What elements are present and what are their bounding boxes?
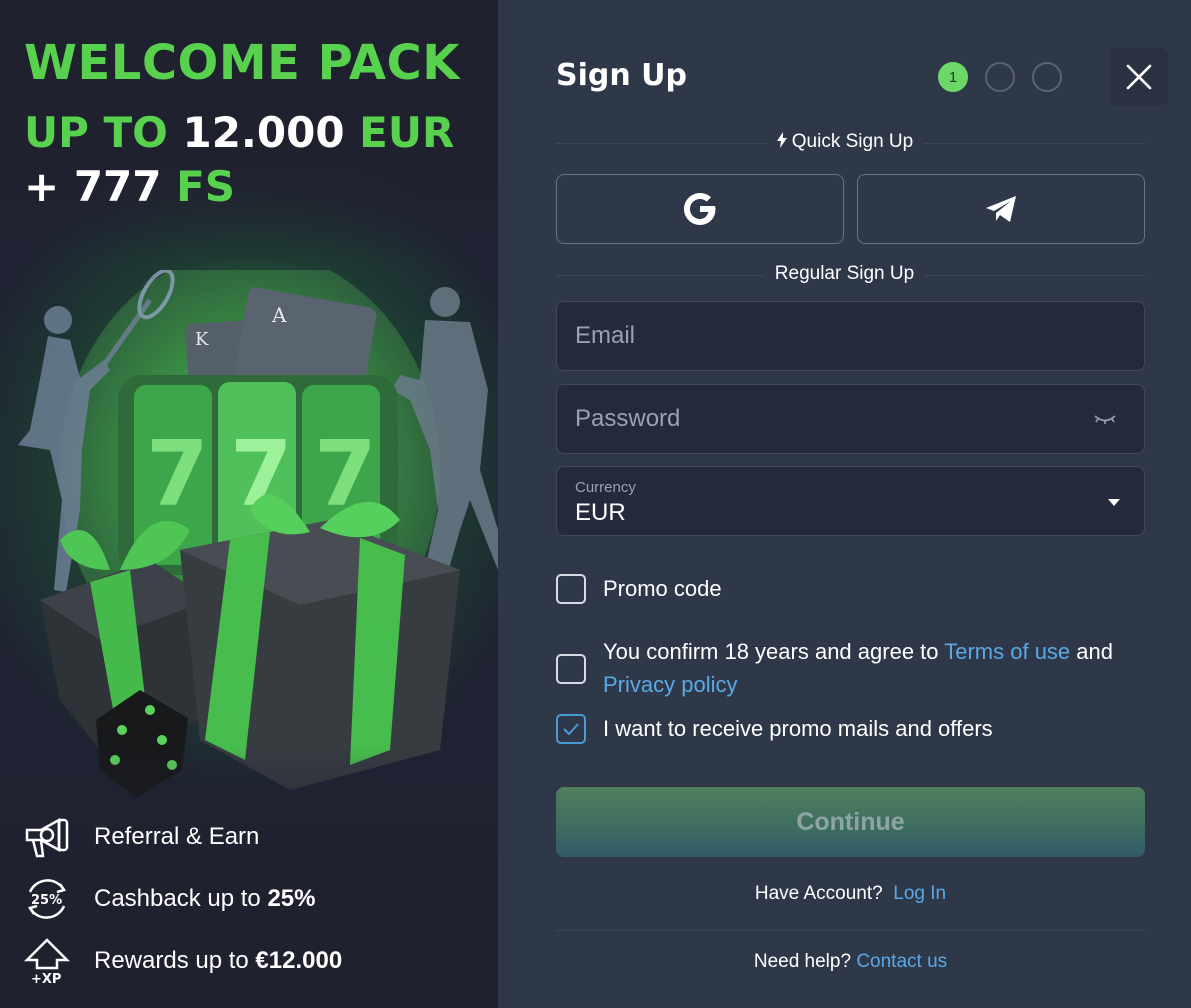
svg-text:+XP: +XP bbox=[31, 972, 61, 986]
caret-down-icon bbox=[1108, 499, 1120, 506]
email-field[interactable]: Email bbox=[556, 301, 1145, 371]
promo-mails-checkbox[interactable] bbox=[556, 714, 586, 744]
perk-referral: Referral & Earn bbox=[22, 806, 342, 868]
currency-value: EUR bbox=[575, 499, 626, 526]
password-field[interactable]: Password bbox=[556, 384, 1145, 454]
terms-checkbox[interactable] bbox=[556, 654, 586, 684]
svg-text:7: 7 bbox=[146, 422, 209, 527]
svg-text:A: A bbox=[271, 303, 287, 327]
checkmark-icon bbox=[563, 723, 579, 735]
help-row: Need help? Contact us bbox=[753, 951, 948, 972]
telegram-signup-button[interactable] bbox=[857, 174, 1145, 244]
welcome-pack-title: WELCOME PACK bbox=[24, 35, 460, 91]
promo-code-checkbox[interactable] bbox=[556, 574, 586, 604]
footer-divider bbox=[556, 930, 1145, 931]
step-2-indicator bbox=[985, 62, 1015, 92]
megaphone-dollar-icon bbox=[22, 812, 72, 862]
perk-referral-text: Referral & Earn bbox=[94, 823, 260, 850]
have-account-row: Have Account? Log In bbox=[754, 883, 947, 904]
signup-form-panel: Sign Up 1 Quick Sign Up Regular Sign Up … bbox=[498, 0, 1191, 1008]
google-icon bbox=[684, 193, 716, 225]
perk-rewards-text: Rewards up to €12.000 bbox=[94, 947, 343, 974]
currency-label: Currency bbox=[575, 479, 636, 496]
promo-panel: K A 7 7 7 WELCOME PACK UP TO 12.000 EUR … bbox=[0, 0, 498, 1008]
svg-text:25%: 25% bbox=[31, 893, 62, 908]
email-placeholder: Email bbox=[575, 322, 636, 349]
svg-text:K: K bbox=[195, 329, 209, 350]
eye-closed-icon[interactable] bbox=[1094, 413, 1116, 425]
promo-mails-label: I want to receive promo mails and offers bbox=[603, 716, 993, 741]
cashback-25-icon: 25% bbox=[22, 874, 72, 924]
close-button[interactable] bbox=[1110, 48, 1168, 106]
google-signup-button[interactable] bbox=[556, 174, 844, 244]
step-3-indicator bbox=[1032, 62, 1062, 92]
terms-text: You confirm 18 years and agree to Terms … bbox=[603, 639, 1113, 697]
quick-signup-label: Quick Sign Up bbox=[498, 131, 1191, 153]
password-placeholder: Password bbox=[575, 405, 681, 432]
regular-signup-label: Regular Sign Up bbox=[498, 263, 1191, 285]
perks-list: Referral & Earn 25% Cashback up to 25% +… bbox=[22, 806, 342, 992]
continue-button[interactable]: Continue bbox=[556, 787, 1145, 857]
login-link[interactable]: Log In bbox=[893, 883, 946, 904]
terms-of-use-link[interactable]: Terms of use bbox=[944, 639, 1070, 664]
signup-title: Sign Up bbox=[556, 58, 688, 93]
xp-arrow-icon: +XP bbox=[22, 936, 72, 986]
lightning-icon bbox=[776, 132, 787, 148]
step-indicator: 1 bbox=[938, 62, 1062, 92]
promo-headline: WELCOME PACK UP TO 12.000 EUR + 777 FS bbox=[24, 34, 460, 214]
perk-cashback: 25% Cashback up to 25% bbox=[22, 868, 342, 930]
perk-rewards: +XP Rewards up to €12.000 bbox=[22, 930, 342, 992]
contact-us-link[interactable]: Contact us bbox=[856, 951, 947, 972]
currency-select[interactable]: Currency EUR bbox=[556, 466, 1145, 536]
free-spins-line: + 777 FS bbox=[24, 162, 236, 211]
perk-cashback-text: Cashback up to 25% bbox=[94, 885, 316, 912]
bonus-amount-line: UP TO 12.000 EUR bbox=[24, 108, 455, 157]
step-1-indicator: 1 bbox=[938, 62, 968, 92]
close-icon bbox=[1126, 64, 1152, 90]
telegram-icon bbox=[986, 196, 1016, 222]
promo-illustration: K A 7 7 7 bbox=[18, 270, 498, 798]
promo-code-label: Promo code bbox=[603, 576, 722, 601]
privacy-policy-link[interactable]: Privacy policy bbox=[603, 672, 737, 697]
